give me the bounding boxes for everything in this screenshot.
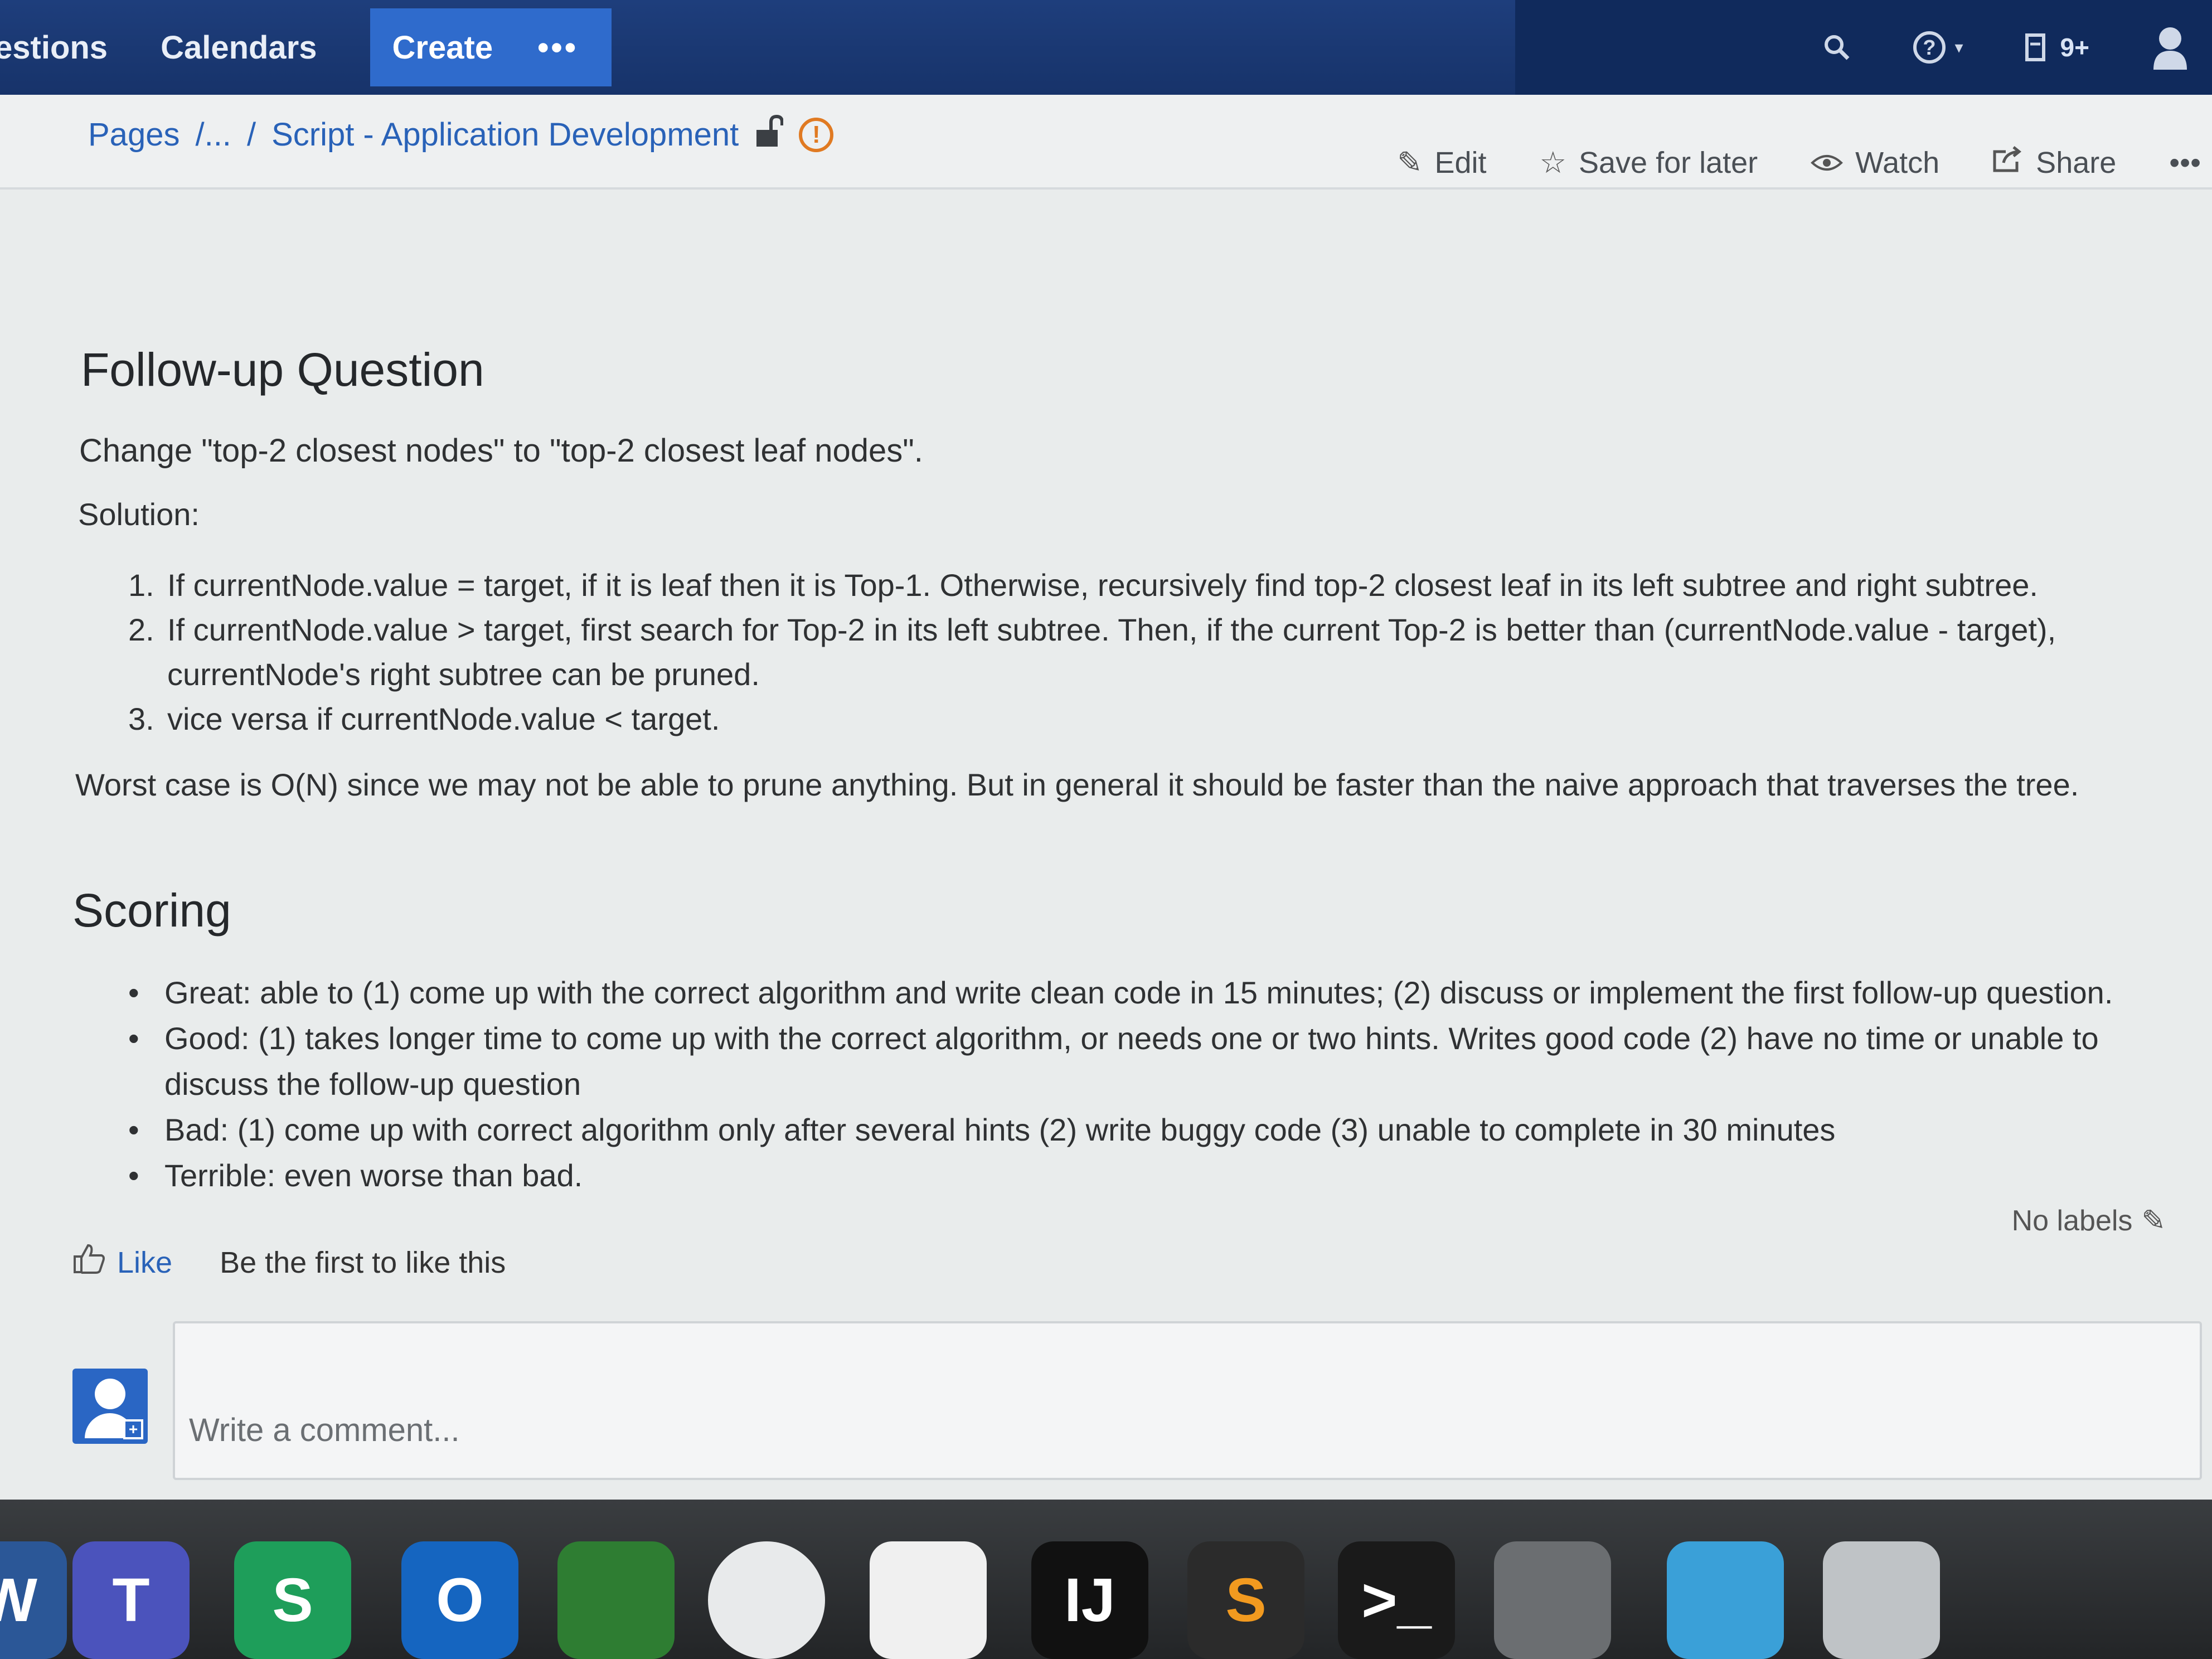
- word-glyph: W: [0, 1566, 37, 1634]
- solution-label: Solution:: [78, 497, 200, 532]
- avatar-head: [95, 1379, 125, 1409]
- skype-for-business-app-icon[interactable]: S: [234, 1541, 351, 1659]
- list-item: • Good: (1) takes longer time to come up…: [128, 1016, 2180, 1107]
- unlock-icon[interactable]: [754, 114, 784, 155]
- labels-row: No labels ✎: [2012, 1204, 2166, 1238]
- help-icon[interactable]: ? ▾: [1912, 30, 1963, 65]
- breadcrumb-pages-link[interactable]: Pages: [88, 116, 180, 153]
- terminal-app-icon[interactable]: >_: [1338, 1541, 1455, 1659]
- share-icon: [1992, 145, 2024, 180]
- eye-icon: [1811, 145, 1844, 180]
- scoring-heading: Scoring: [72, 884, 231, 937]
- search-icon[interactable]: [1823, 33, 1851, 61]
- bullet: •: [128, 1158, 139, 1193]
- like-button[interactable]: Like: [72, 1243, 172, 1282]
- no-labels-text: No labels: [2011, 1205, 2133, 1237]
- list-item: • Bad: (1) come up with correct algorith…: [128, 1107, 2180, 1153]
- slack-app-icon[interactable]: [870, 1541, 987, 1659]
- comment-input[interactable]: [173, 1321, 2202, 1480]
- terminal-glyph: >_: [1361, 1566, 1432, 1634]
- share-label: Share: [2036, 145, 2117, 180]
- list-item: 1. If currentNode.value = target, if it …: [128, 563, 2113, 608]
- list-number: 2.: [128, 612, 154, 647]
- notifications-badge: 9+: [2060, 33, 2089, 62]
- followup-intro: Change "top-2 closest nodes" to "top-2 c…: [79, 433, 923, 469]
- list-number: 3.: [128, 701, 154, 736]
- thumbs-up-icon: [72, 1243, 106, 1282]
- breadcrumb: Pages /... / Script - Application Develo…: [88, 114, 834, 155]
- like-status-text: Be the first to like this: [220, 1245, 506, 1279]
- watch-label: Watch: [1855, 145, 1940, 180]
- edit-labels-icon[interactable]: ✎: [2141, 1204, 2166, 1238]
- downloads-folder-app-icon[interactable]: [1667, 1541, 1784, 1659]
- avatar: +: [72, 1369, 148, 1444]
- list-item: • Terrible: even worse than bad.: [128, 1153, 2180, 1199]
- list-item-text: Good: (1) takes longer time to come up w…: [164, 1021, 2099, 1102]
- list-item: 2. If currentNode.value > target, first …: [128, 608, 2113, 697]
- vpn-client-app-icon[interactable]: [557, 1541, 675, 1659]
- like-row: Like Be the first to like this: [72, 1243, 506, 1282]
- save-for-later-button[interactable]: ☆ Save for later: [1540, 145, 1758, 180]
- followup-heading: Follow-up Question: [81, 343, 484, 396]
- trash-app-icon[interactable]: [1823, 1541, 1940, 1659]
- outlook-glyph: O: [436, 1566, 484, 1634]
- share-button[interactable]: Share: [1992, 145, 2116, 180]
- page-header: Pages /... / Script - Application Develo…: [0, 95, 2212, 190]
- list-item-text: If currentNode.value = target, if it is …: [167, 567, 2038, 603]
- list-item-text: Terrible: even worse than bad.: [164, 1158, 583, 1193]
- create-label: Create: [392, 29, 493, 66]
- system-preferences-app-icon[interactable]: [1494, 1541, 1611, 1659]
- list-item-text: Great: able to (1) come up with the corr…: [164, 975, 2113, 1010]
- bullet: •: [128, 1112, 139, 1147]
- scoring-list: • Great: able to (1) come up with the co…: [128, 970, 2180, 1199]
- bullet: •: [128, 975, 139, 1010]
- nav-item-questions[interactable]: estions: [0, 29, 108, 66]
- create-button[interactable]: Create •••: [370, 8, 612, 86]
- star-icon: ☆: [1539, 146, 1566, 180]
- list-item-text: Bad: (1) come up with correct algorithm …: [164, 1112, 1836, 1147]
- list-item-text: If currentNode.value > target, first sea…: [167, 612, 2056, 692]
- wifi-app-app-icon[interactable]: [708, 1541, 825, 1659]
- dock: W T S O IJ S >_: [0, 1500, 2212, 1659]
- chevron-down-icon: ▾: [1954, 38, 1963, 57]
- worst-case-paragraph: Worst case is O(N) since we may not be a…: [75, 767, 2079, 802]
- user-avatar-icon[interactable]: [2151, 25, 2190, 70]
- bullet: •: [128, 1021, 139, 1056]
- list-number: 1.: [128, 567, 154, 603]
- solution-list: 1. If currentNode.value = target, if it …: [128, 563, 2113, 741]
- sublime-text-glyph: S: [1225, 1566, 1267, 1634]
- like-label: Like: [117, 1245, 173, 1279]
- sublime-text-app-icon[interactable]: S: [1187, 1541, 1304, 1659]
- intellij-app-icon[interactable]: IJ: [1031, 1541, 1148, 1659]
- word-app-icon[interactable]: W: [0, 1541, 67, 1659]
- list-item: 3. vice versa if currentNode.value < tar…: [128, 697, 2113, 741]
- watch-button[interactable]: Watch: [1811, 145, 1939, 180]
- breadcrumb-ellipsis[interactable]: /...: [195, 116, 231, 153]
- teams-app-icon[interactable]: T: [72, 1541, 190, 1659]
- more-nav-button[interactable]: •••: [537, 29, 578, 66]
- breadcrumb-separator: /: [246, 117, 256, 153]
- edit-button[interactable]: ✎ Edit: [1397, 145, 1486, 180]
- top-right-tools: ? ▾ 9+: [1515, 0, 2212, 95]
- more-actions-button[interactable]: •••: [2169, 145, 2201, 180]
- warning-icon[interactable]: !: [799, 117, 834, 152]
- nav-item-calendars[interactable]: Calendars: [161, 29, 317, 66]
- skype-for-business-glyph: S: [272, 1566, 313, 1634]
- intellij-glyph: IJ: [1064, 1566, 1115, 1634]
- edit-label: Edit: [1434, 145, 1487, 180]
- add-icon: +: [123, 1419, 143, 1439]
- list-item-text: vice versa if currentNode.value < target…: [167, 701, 720, 736]
- teams-glyph: T: [112, 1566, 150, 1634]
- outlook-app-icon[interactable]: O: [401, 1541, 518, 1659]
- save-for-later-label: Save for later: [1578, 145, 1758, 180]
- breadcrumb-current-page[interactable]: Script - Application Development: [271, 116, 739, 153]
- top-navigation-bar: estions Calendars Create ••• ? ▾ 9+: [0, 0, 2212, 95]
- pencil-icon: ✎: [1397, 146, 1423, 180]
- svg-text:?: ?: [1923, 36, 1936, 60]
- list-item: • Great: able to (1) come up with the co…: [128, 970, 2180, 1016]
- notifications-icon[interactable]: 9+: [2025, 31, 2089, 64]
- page-actions: ✎ Edit ☆ Save for later Watch Share •••: [1397, 145, 2201, 180]
